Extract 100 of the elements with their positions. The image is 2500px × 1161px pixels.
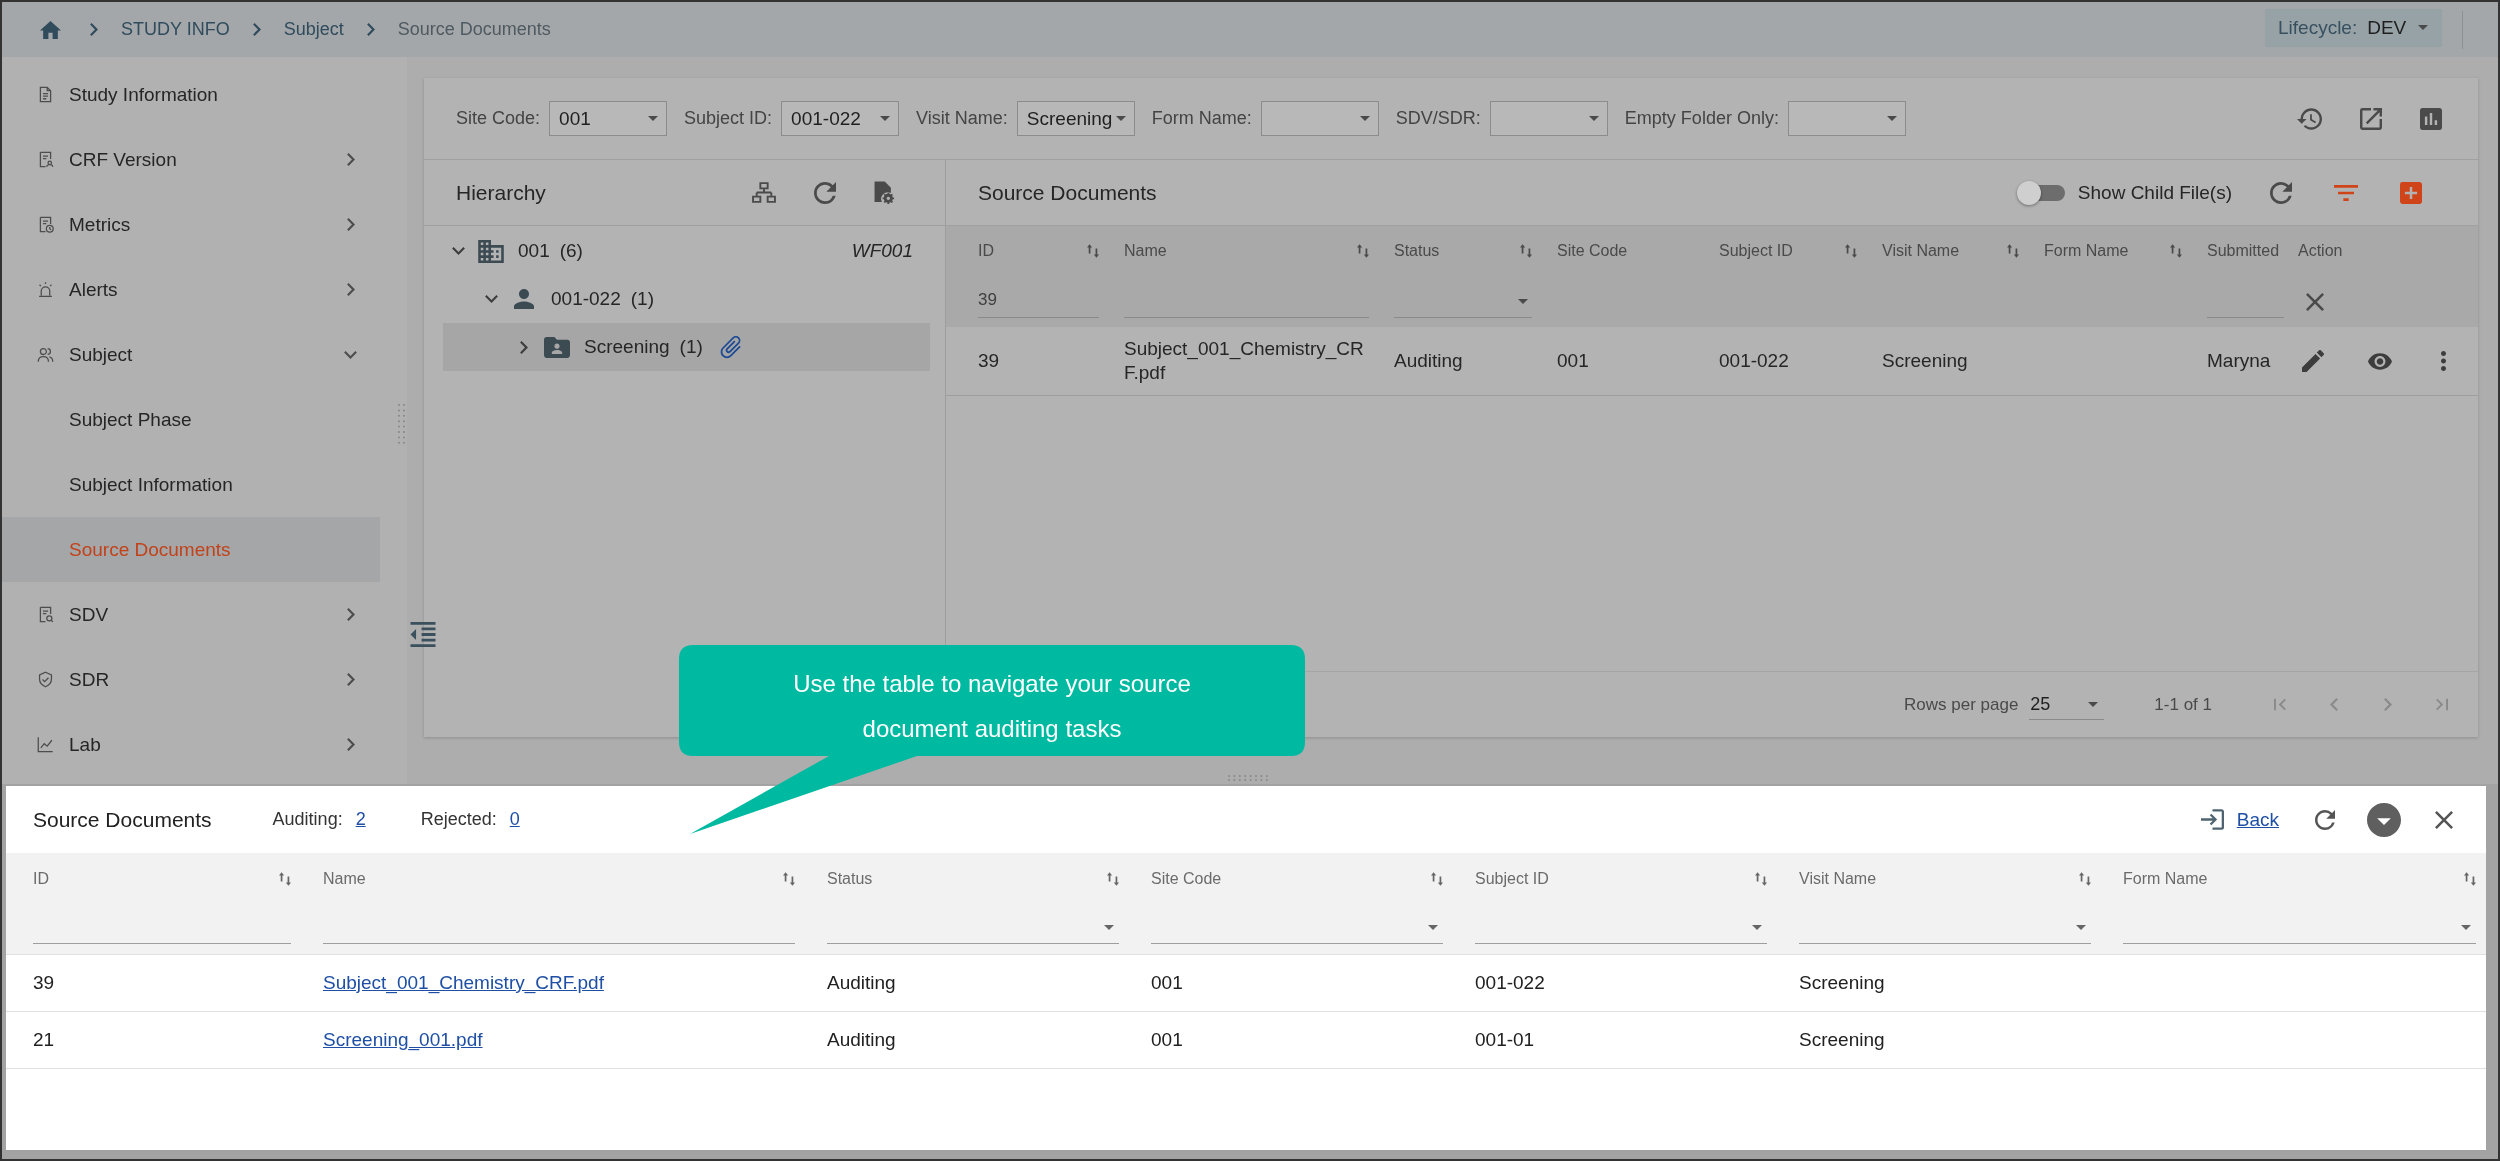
breadcrumb-link[interactable]: Subject bbox=[283, 19, 344, 40]
column-header: Name bbox=[1124, 242, 1167, 260]
filter-label: Form Name: bbox=[1151, 108, 1252, 129]
add-icon[interactable] bbox=[2400, 181, 2422, 204]
sidebar-item[interactable]: Metrics bbox=[2, 192, 380, 257]
caret-icon bbox=[1104, 925, 1114, 930]
breadcrumb-link[interactable]: STUDY INFO bbox=[121, 19, 230, 40]
tree-item[interactable]: Screening (1) bbox=[443, 323, 930, 371]
lifecycle-select[interactable]: Lifecycle: DEV bbox=[2265, 8, 2442, 47]
document-search-icon bbox=[37, 606, 54, 623]
sidebar-item[interactable]: SDR bbox=[2, 647, 380, 712]
sort-icon[interactable] bbox=[1520, 244, 1532, 258]
column-header: ID bbox=[33, 870, 49, 888]
chevron-down-icon[interactable] bbox=[485, 295, 498, 303]
table-cell: 001 bbox=[1151, 972, 1183, 993]
filter-select[interactable]: Screening bbox=[1016, 101, 1135, 136]
table-cell: 001-022 bbox=[1475, 972, 1545, 993]
sort-icon[interactable] bbox=[2170, 244, 2182, 258]
building-icon bbox=[478, 239, 504, 263]
tree-item[interactable]: 001-022 (1) bbox=[443, 275, 930, 323]
sort-icon[interactable] bbox=[1845, 244, 1857, 258]
sidebar-item[interactable]: Alerts bbox=[2, 257, 380, 322]
chevron-down-icon[interactable] bbox=[452, 247, 465, 255]
sort-icon[interactable] bbox=[279, 872, 291, 886]
panel-title: Hierarchy bbox=[456, 180, 546, 205]
filter-select[interactable]: 001-022 bbox=[781, 101, 900, 136]
column-header: Form Name bbox=[2123, 870, 2208, 888]
chevron-right-icon bbox=[90, 23, 98, 36]
sidebar-item[interactable]: Subject Information bbox=[2, 452, 380, 517]
sort-icon[interactable] bbox=[2079, 872, 2091, 886]
column-header: Form Name bbox=[2044, 242, 2129, 260]
toggle-switch[interactable] bbox=[2016, 180, 2067, 205]
refresh-icon[interactable] bbox=[2270, 181, 2292, 204]
alarm-light-icon bbox=[37, 281, 54, 298]
filter-select[interactable]: 001 bbox=[549, 101, 668, 136]
panel-title: Source Documents bbox=[33, 807, 212, 832]
sidebar-item[interactable]: Study Information bbox=[2, 62, 380, 127]
filter-label: Visit Name: bbox=[916, 108, 1008, 129]
close-icon[interactable] bbox=[2306, 292, 2324, 311]
count-label: Rejected: bbox=[420, 809, 497, 830]
bar-chart-icon[interactable] bbox=[2420, 107, 2442, 130]
column-header: Visit Name bbox=[1799, 870, 1877, 888]
refresh-icon[interactable] bbox=[2315, 809, 2335, 830]
sort-icon[interactable] bbox=[2007, 244, 2019, 258]
table-cell: 39 bbox=[978, 350, 1000, 371]
column-header: Site Code bbox=[1151, 870, 1222, 888]
sort-icon[interactable] bbox=[1357, 244, 1369, 258]
filter-icon[interactable] bbox=[2334, 184, 2358, 201]
line-chart-icon bbox=[37, 736, 54, 753]
sidebar-item[interactable]: Lab bbox=[2, 712, 380, 777]
caret-icon bbox=[1518, 298, 1528, 304]
resize-handle[interactable] bbox=[1228, 775, 1268, 781]
sidebar-item[interactable]: Subject bbox=[2, 322, 380, 387]
pencil-icon[interactable] bbox=[2302, 350, 2324, 372]
table-cell: 001-01 bbox=[1475, 1029, 1535, 1050]
tree-item[interactable]: 001 (6) WF001 bbox=[443, 227, 930, 275]
collapse-sidebar-icon[interactable] bbox=[410, 622, 436, 647]
sort-icon[interactable] bbox=[783, 872, 795, 886]
table-cell: Auditing bbox=[827, 1029, 896, 1050]
chevron-right-icon[interactable] bbox=[520, 340, 528, 354]
column-header: Subject ID bbox=[1475, 870, 1549, 888]
eye-icon[interactable] bbox=[2368, 352, 2392, 370]
document-gear-icon[interactable] bbox=[874, 180, 895, 205]
filter-input[interactable]: 39 bbox=[978, 285, 1099, 318]
people-icon bbox=[37, 346, 54, 363]
table-cell: Auditing bbox=[827, 972, 896, 993]
back-button[interactable]: Back bbox=[2200, 808, 2279, 831]
file-link[interactable]: Screening_001.pdf bbox=[323, 1029, 483, 1050]
filter-label: SDV/SDR: bbox=[1395, 108, 1481, 129]
file-link[interactable]: Subject_001_Chemistry_CRF.pdf bbox=[323, 972, 604, 993]
kebab-menu-icon[interactable] bbox=[2441, 351, 2446, 371]
caret-icon bbox=[648, 116, 659, 121]
toggle-label: Show Child File(s) bbox=[2077, 181, 2232, 204]
sort-icon[interactable] bbox=[2464, 872, 2476, 886]
sort-icon[interactable] bbox=[1755, 872, 1767, 886]
hierarchy-icon[interactable] bbox=[752, 182, 776, 203]
open-in-new-icon[interactable] bbox=[2360, 107, 2382, 130]
history-icon[interactable] bbox=[2297, 107, 2322, 130]
count-link[interactable]: 0 bbox=[509, 809, 520, 830]
sort-icon[interactable] bbox=[1431, 872, 1443, 886]
count-link[interactable]: 2 bbox=[355, 809, 366, 830]
home-icon[interactable] bbox=[40, 20, 61, 39]
table-cell: 001-022 bbox=[1719, 350, 1789, 371]
table-cell: Maryna bbox=[2207, 350, 2271, 371]
table-cell: 001 bbox=[1151, 1029, 1183, 1050]
column-header: Visit Name bbox=[1882, 242, 1960, 260]
close-icon[interactable] bbox=[2435, 810, 2453, 829]
item-count: (1) bbox=[679, 336, 703, 358]
sort-icon[interactable] bbox=[1107, 872, 1119, 886]
table-cell: Subject_001_Chemistry_CRF.pdf bbox=[1124, 338, 1364, 383]
sidebar-item[interactable]: Subject Phase bbox=[2, 387, 380, 452]
sidebar-item[interactable]: CRF Version bbox=[2, 127, 380, 192]
sort-icon[interactable] bbox=[1087, 244, 1099, 258]
caret-icon bbox=[2076, 925, 2086, 930]
document-person-icon bbox=[37, 151, 54, 168]
resize-handle[interactable] bbox=[398, 404, 405, 444]
sidebar-item[interactable]: SDV bbox=[2, 582, 380, 647]
chevron-right-icon bbox=[366, 23, 375, 36]
refresh-icon[interactable] bbox=[814, 181, 836, 204]
rows-per-page-select[interactable]: 25 bbox=[2029, 689, 2105, 720]
